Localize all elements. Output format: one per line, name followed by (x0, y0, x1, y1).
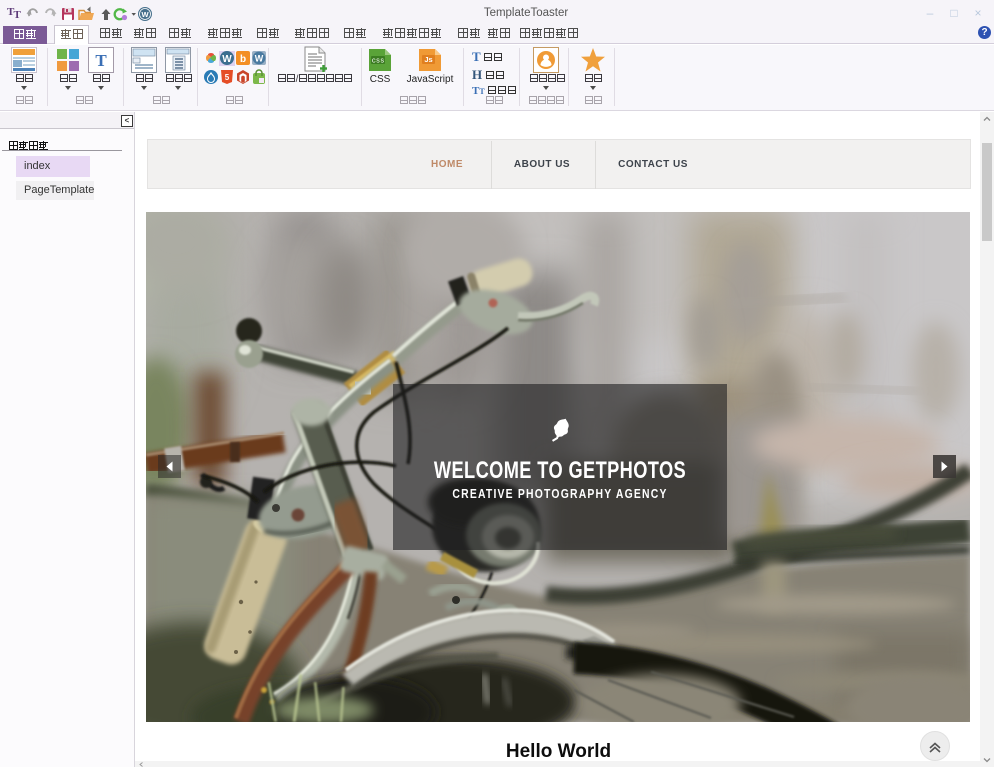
svg-text:b: b (240, 54, 246, 65)
svg-text:W: W (222, 54, 232, 65)
svg-text:Js: Js (424, 55, 432, 64)
svg-text:T: T (14, 9, 22, 21)
svg-text:css: css (372, 58, 385, 66)
svg-text:W: W (141, 10, 149, 19)
svg-text:T: T (95, 51, 107, 70)
svg-text:5: 5 (225, 73, 230, 82)
svg-text:W: W (255, 54, 264, 64)
